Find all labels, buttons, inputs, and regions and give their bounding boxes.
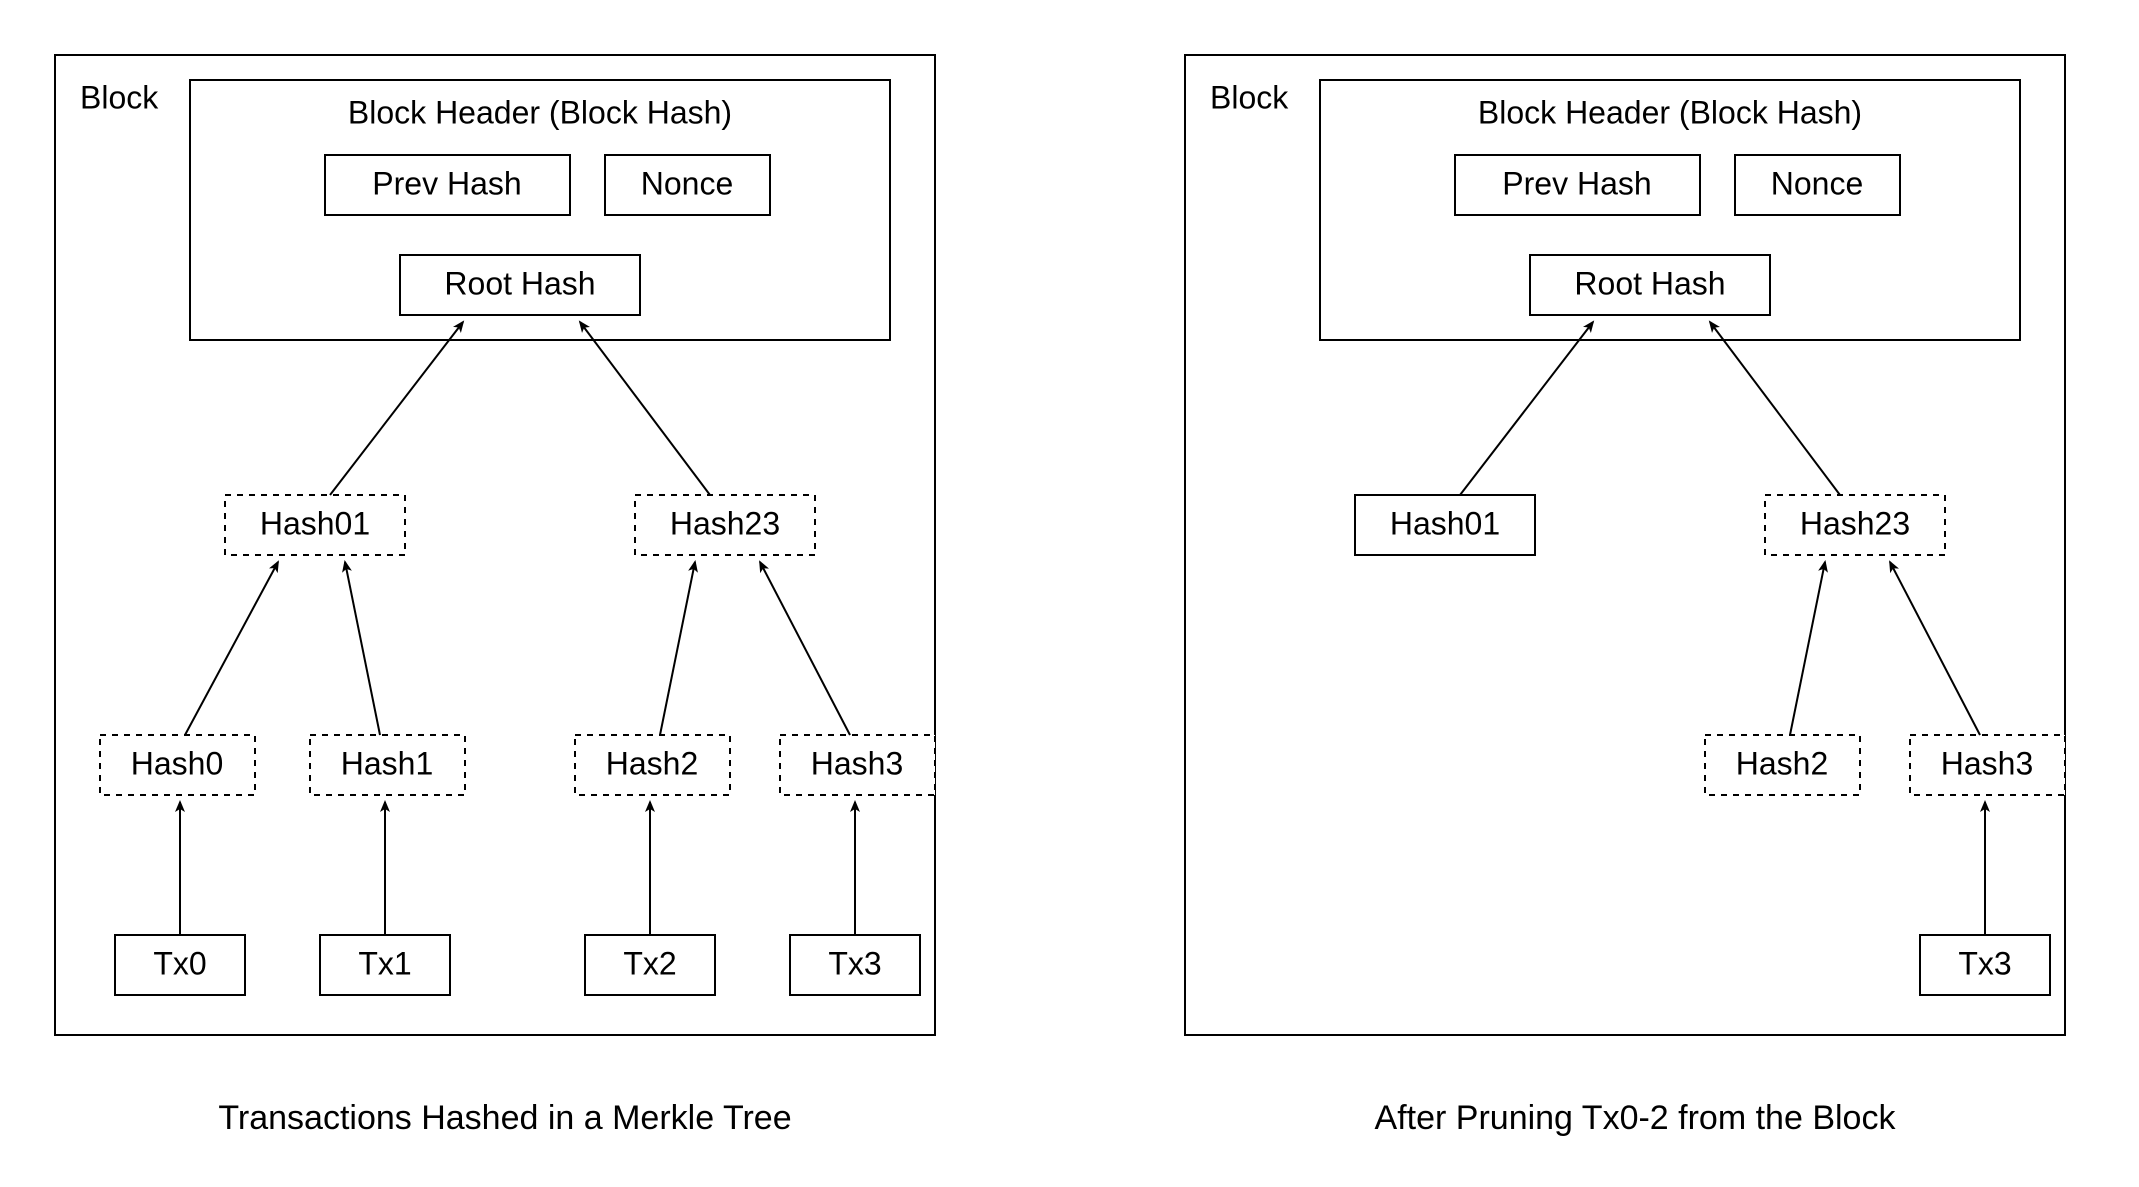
hash01-label: Hash01 bbox=[1390, 505, 1500, 541]
hash01-label: Hash01 bbox=[260, 505, 370, 541]
merkle-diagram: Block Block Header (Block Hash) Prev Has… bbox=[0, 0, 2139, 1187]
left-panel: Block Block Header (Block Hash) Prev Has… bbox=[55, 55, 935, 1137]
prev-hash-label: Prev Hash bbox=[1502, 165, 1651, 201]
right-panel: Block Block Header (Block Hash) Prev Has… bbox=[1185, 55, 2065, 1137]
root-hash-label: Root Hash bbox=[1574, 265, 1725, 301]
block-header-title: Block Header (Block Hash) bbox=[348, 94, 732, 130]
nonce-label: Nonce bbox=[641, 165, 734, 201]
nonce-label: Nonce bbox=[1771, 165, 1864, 201]
left-caption: Transactions Hashed in a Merkle Tree bbox=[218, 1099, 791, 1137]
block-label: Block bbox=[80, 79, 159, 115]
hash23-label: Hash23 bbox=[670, 505, 780, 541]
tx2-label: Tx2 bbox=[623, 945, 676, 981]
hash2-label: Hash2 bbox=[606, 745, 699, 781]
block-header-title: Block Header (Block Hash) bbox=[1478, 94, 1862, 130]
prev-hash-label: Prev Hash bbox=[372, 165, 521, 201]
hash23-label: Hash23 bbox=[1800, 505, 1910, 541]
hash3-label: Hash3 bbox=[811, 745, 904, 781]
root-hash-label: Root Hash bbox=[444, 265, 595, 301]
tx3-label: Tx3 bbox=[828, 945, 881, 981]
tx1-label: Tx1 bbox=[358, 945, 411, 981]
block-label: Block bbox=[1210, 79, 1289, 115]
tx3-label: Tx3 bbox=[1958, 945, 2011, 981]
right-caption: After Pruning Tx0-2 from the Block bbox=[1375, 1099, 1897, 1137]
tx0-label: Tx0 bbox=[153, 945, 206, 981]
hash3-label: Hash3 bbox=[1941, 745, 2034, 781]
hash2-label: Hash2 bbox=[1736, 745, 1829, 781]
hash0-label: Hash0 bbox=[131, 745, 224, 781]
hash1-label: Hash1 bbox=[341, 745, 434, 781]
